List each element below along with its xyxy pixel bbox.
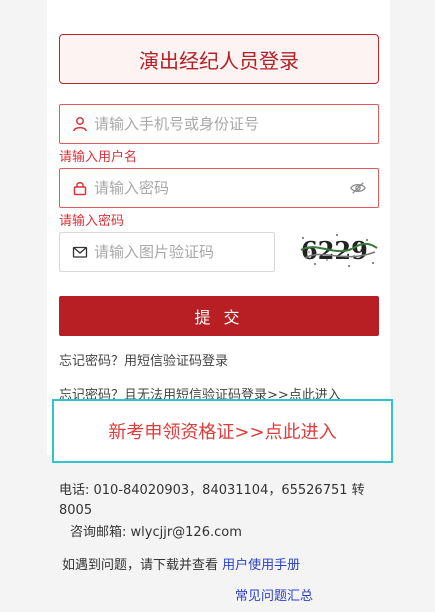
username-input[interactable] — [94, 115, 378, 133]
manual-prefix: 如遇到问题，请下载并查看 — [62, 558, 219, 573]
phone-line-2: 8005 — [59, 503, 93, 518]
faq-link[interactable]: 常见问题汇总 — [235, 587, 313, 606]
submit-button[interactable]: 提 交 — [59, 296, 379, 336]
contact-email: 咨询邮箱: wlycjjr@126.com — [70, 525, 242, 540]
manual-line: 如遇到问题，请下载并查看 用户使用手册 — [62, 556, 300, 575]
password-error: 请输入密码 — [59, 214, 125, 229]
user-icon — [72, 116, 88, 132]
phone-line-1: 电话: 010-84020903，84031104，65526751 转 — [59, 483, 365, 498]
username-field[interactable] — [59, 104, 379, 144]
page-title: 演出经纪人员登录 — [59, 34, 379, 84]
mail-icon — [72, 244, 88, 260]
captcha-input[interactable] — [94, 243, 288, 261]
new-exam-text: 新考申领资格证>>点此进入 — [108, 422, 337, 443]
password-field[interactable] — [59, 168, 379, 208]
captcha-image[interactable]: 6229 — [297, 230, 379, 270]
manual-link[interactable]: 用户使用手册 — [222, 558, 300, 573]
username-error: 请输入用户名 — [59, 150, 138, 165]
eye-off-icon[interactable] — [350, 180, 366, 196]
new-exam-link[interactable]: 新考申领资格证>>点此进入 — [52, 399, 393, 463]
captcha-field[interactable] — [59, 232, 288, 272]
lock-icon — [72, 180, 88, 196]
sms-login-link[interactable]: 忘记密码？用短信验证码登录 — [59, 350, 228, 369]
page-title-text: 演出经纪人员登录 — [139, 48, 299, 73]
password-input[interactable] — [94, 179, 350, 197]
